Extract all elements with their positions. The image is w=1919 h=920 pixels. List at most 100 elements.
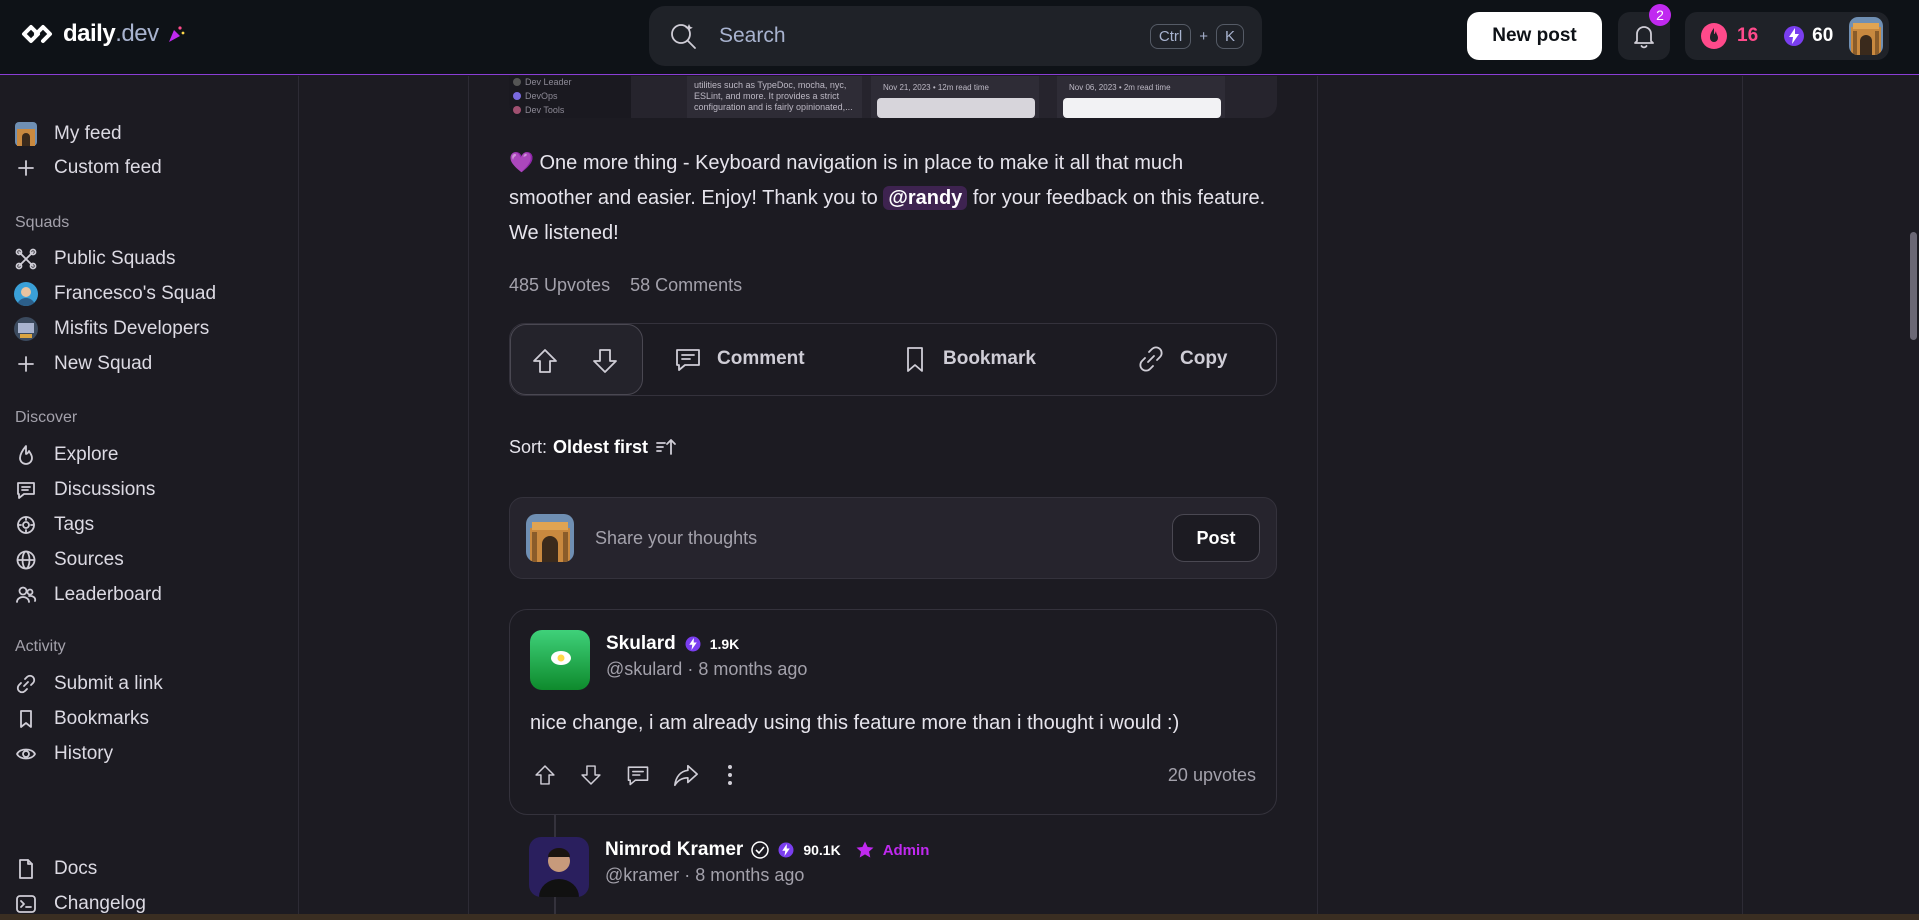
- chat-icon: [17, 482, 35, 499]
- sidebar-item-leaderboard[interactable]: Leaderboard: [14, 580, 162, 610]
- sidebar-item-label: Custom feed: [54, 157, 162, 178]
- link-icon: [16, 674, 36, 694]
- sidebar-item-new-squad[interactable]: New Squad: [14, 349, 152, 379]
- sidebar-item-explore[interactable]: Explore: [14, 440, 118, 470]
- sidebar-item-label: Leaderboard: [54, 584, 162, 605]
- sidebar-item-francescos-squad[interactable]: Francesco's Squad: [14, 279, 216, 309]
- commenter-handle: @skulard · 8 months ago: [606, 659, 808, 679]
- post-actions-bar: Comment Bookmark Copy: [509, 323, 1277, 396]
- streak-count: 16: [1737, 25, 1759, 46]
- commenter-name-row: Skulard 1.9K: [606, 633, 739, 655]
- plus-icon: [18, 160, 34, 176]
- admin-badge: Admin: [882, 841, 930, 859]
- notification-count-badge: 2: [1649, 4, 1671, 26]
- screenshot-card-meta-2: Nov 06, 2023 • 2m read time: [1069, 83, 1171, 92]
- user-mention-link[interactable]: @randy: [883, 186, 968, 210]
- plus-icon: [18, 356, 34, 372]
- logo-text: daily.dev: [63, 20, 159, 47]
- sidebar-item-label: New Squad: [54, 353, 153, 374]
- shortcut-ctrl: Ctrl: [1149, 23, 1192, 49]
- commenter-avatar[interactable]: [530, 630, 590, 690]
- reputation-bolt-icon: [778, 842, 794, 858]
- sidebar-item-history[interactable]: History: [14, 739, 113, 769]
- sidebar-item-label: Misfits Developers: [54, 318, 210, 339]
- flame-icon: [19, 445, 33, 465]
- screenshot-card-text: utilities such as TypeDoc, mocha, nyc, E…: [694, 80, 853, 112]
- downvote-icon[interactable]: [578, 762, 604, 788]
- profile-stats[interactable]: 16 60: [1685, 12, 1889, 60]
- sort-control[interactable]: Sort: Oldest first: [509, 436, 678, 458]
- comment-upvotes[interactable]: 20 upvotes: [1168, 765, 1256, 786]
- bookmark-icon: [907, 347, 923, 372]
- main-column-border-left: [468, 76, 469, 920]
- bookmark-button[interactable]: Bookmark: [901, 344, 1036, 374]
- my-feed-avatar-icon: [14, 122, 38, 146]
- upvote-icon[interactable]: [532, 762, 558, 788]
- daily-dev-logo[interactable]: daily.dev: [20, 20, 186, 48]
- sidebar-item-label: History: [54, 743, 114, 764]
- right-panel-border: [1742, 76, 1743, 920]
- share-icon[interactable]: [672, 762, 700, 788]
- verified-badge-icon: [751, 841, 770, 859]
- sidebar-item-submit-link[interactable]: Submit a link: [14, 669, 163, 699]
- shortcut-plus: +: [1199, 27, 1208, 45]
- comment-button[interactable]: Comment: [673, 344, 805, 374]
- sidebar-item-my-feed[interactable]: My feed: [14, 119, 122, 149]
- comment-card: Skulard 1.9K @skulard · 8 months ago nic…: [509, 609, 1277, 815]
- downvote-icon[interactable]: [589, 345, 621, 377]
- post-comment-button[interactable]: Post: [1172, 514, 1260, 562]
- reply-author-name[interactable]: Nimrod Kramer: [605, 839, 743, 861]
- sidebar-item-sources[interactable]: Sources: [14, 545, 124, 575]
- shortcut-k: K: [1215, 23, 1244, 49]
- vote-group: [510, 324, 643, 395]
- doc-icon: [19, 859, 33, 879]
- comments-count[interactable]: 58 Comments: [630, 275, 742, 296]
- discover-heading: Discover: [15, 409, 78, 426]
- sidebar-item-label: Explore: [54, 444, 119, 465]
- gate-avatar-image: [1849, 17, 1883, 55]
- bottom-edge-strip: [0, 914, 1919, 920]
- reply-name-row: Nimrod Kramer 90.1K Admin: [605, 839, 929, 861]
- reply-avatar[interactable]: [529, 837, 589, 897]
- commenter-reputation: 1.9K: [709, 636, 740, 652]
- squads-heading: Squads: [15, 214, 70, 231]
- sidebar-item-discussions[interactable]: Discussions: [14, 475, 155, 505]
- sort-ascending-icon: [656, 439, 676, 455]
- main-column-border-right: [1317, 76, 1318, 920]
- tag-icon: [17, 516, 35, 534]
- misfits-squad-avatar: [14, 317, 38, 341]
- sidebar-item-bookmarks[interactable]: Bookmarks: [14, 704, 149, 734]
- terminal-icon: [16, 895, 36, 913]
- search-placeholder: Search: [719, 24, 786, 47]
- upvote-icon[interactable]: [529, 345, 561, 377]
- search-bar[interactable]: Search Ctrl + K: [649, 6, 1262, 66]
- sidebar-item-tags[interactable]: Tags: [14, 510, 94, 540]
- sidebar-item-misfits-developers[interactable]: Misfits Developers: [14, 314, 209, 344]
- new-post-button[interactable]: New post: [1467, 12, 1602, 60]
- post-screenshot-image: Dev Leader DevOps Dev Tools utilities su…: [509, 76, 1277, 118]
- sort-value: Oldest first: [553, 436, 649, 457]
- copy-link-button[interactable]: Copy: [1136, 344, 1228, 374]
- user-avatar[interactable]: [1849, 17, 1883, 55]
- purple-heart-icon: 💜: [509, 152, 534, 174]
- comment-composer[interactable]: Share your thoughts Post: [509, 497, 1277, 579]
- more-options-icon[interactable]: [720, 762, 740, 788]
- commenter-name[interactable]: Skulard: [606, 633, 676, 655]
- sidebar-item-public-squads[interactable]: Public Squads: [14, 244, 175, 274]
- sidebar: My feed Custom feed Squads Public Squads…: [0, 76, 299, 920]
- sidebar-item-label: Sources: [54, 549, 124, 570]
- search-icon: [671, 24, 696, 49]
- sidebar-item-custom-feed[interactable]: Custom feed: [14, 153, 162, 183]
- reply-icon[interactable]: [624, 762, 652, 788]
- sidebar-item-label: Tags: [54, 514, 95, 535]
- page-scrollbar[interactable]: [1910, 232, 1917, 340]
- eye-icon: [16, 748, 36, 760]
- sidebar-item-label: Bookmarks: [54, 708, 150, 729]
- reputation-count: 60: [1812, 25, 1834, 46]
- screenshot-menu: Dev Leader DevOps Dev Tools: [509, 76, 631, 118]
- bookmark-icon: [20, 710, 32, 728]
- upvotes-count[interactable]: 485 Upvotes: [509, 275, 610, 296]
- party-popper-icon: [168, 26, 184, 42]
- sidebar-item-docs[interactable]: Docs: [14, 854, 97, 884]
- admin-star-icon: [856, 841, 874, 858]
